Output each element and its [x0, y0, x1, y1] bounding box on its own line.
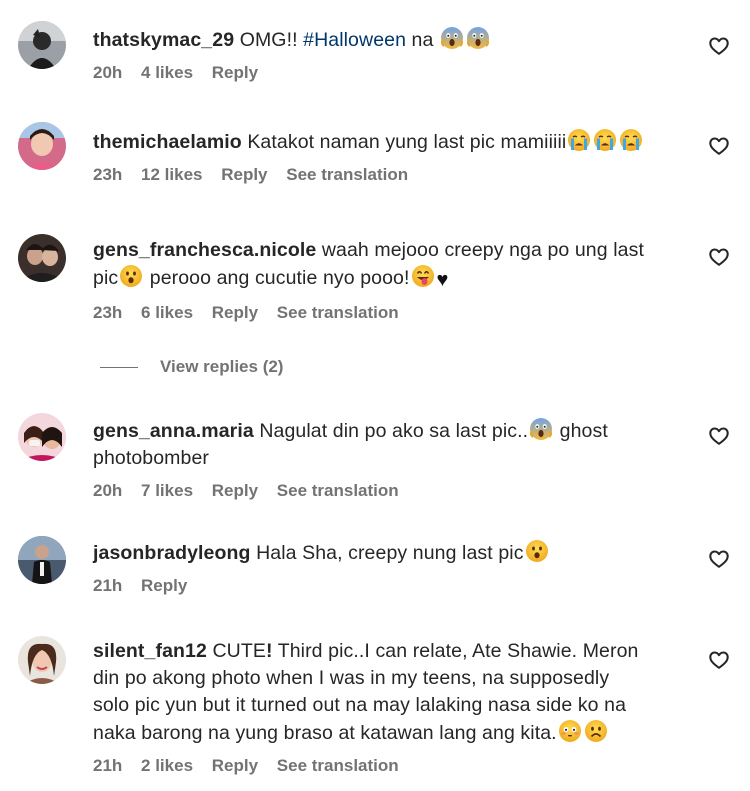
comment-body-end: na [406, 29, 434, 51]
timestamp: 20h [93, 481, 123, 500]
exclamation-mark: ! [265, 640, 273, 662]
comment-body: OMG!! [239, 29, 304, 51]
comment-body-line1: Nagulat din po ako sa last pic.. [259, 420, 529, 442]
username[interactable]: silent_fan12 [93, 640, 207, 662]
comment-text: jasonbradyleong Hala Sha, creepy nung la… [93, 539, 693, 567]
like-heart-icon[interactable] [708, 649, 730, 671]
likes-count[interactable]: 6 likes [141, 303, 193, 322]
reply-button[interactable]: Reply [221, 165, 267, 184]
likes-count[interactable]: 12 likes [141, 165, 202, 184]
comment-text: themichaelamio Katakot naman yung last p… [93, 128, 693, 156]
crying-emoji [619, 128, 643, 152]
see-translation-link[interactable]: See translation [286, 165, 408, 184]
comment-body: Katakot naman yung last pic mamiiiii [247, 131, 567, 153]
view-replies-label: View replies (2) [160, 357, 284, 376]
comment-meta: 21h Reply [93, 575, 693, 597]
avatar[interactable] [18, 636, 66, 684]
see-translation-link[interactable]: See translation [277, 756, 399, 775]
scream-emoji [440, 26, 464, 50]
reply-button[interactable]: Reply [212, 63, 258, 82]
timestamp: 21h [93, 576, 123, 595]
comment-body-line2: din po akong photo when I was in my teen… [93, 667, 610, 689]
reply-button[interactable]: Reply [212, 756, 258, 775]
comment-body-line1b: ghost [554, 420, 608, 442]
comment-body-line4: naka barong na yung braso at katawan lan… [93, 722, 557, 744]
view-replies-button[interactable]: View replies (2) [100, 355, 283, 379]
comment-body-line3: solo pic yun but it turned out na may la… [93, 694, 627, 716]
comment-text: thatskymac_29 OMG!! #Halloween na [93, 26, 693, 54]
surprised-emoji [119, 264, 143, 288]
replies-divider-line [100, 366, 138, 368]
avatar[interactable] [18, 413, 66, 461]
username[interactable]: gens_franchesca.nicole [93, 239, 316, 261]
avatar[interactable] [18, 234, 66, 282]
frowning-emoji [584, 719, 608, 743]
comment-meta: 20h 4 likes Reply [93, 62, 693, 84]
username[interactable]: jasonbradyleong [93, 542, 251, 564]
tongue-emoji [411, 264, 435, 288]
timestamp: 21h [93, 756, 123, 775]
comment-body-line1a: CUTE [212, 640, 266, 662]
comment-meta: 23h 6 likes Reply See translation [93, 302, 693, 324]
comment-body: Hala Sha, creepy nung last pic [256, 542, 524, 564]
timestamp: 23h [93, 303, 123, 322]
avatar[interactable] [18, 21, 66, 69]
see-translation-link[interactable]: See translation [277, 303, 399, 322]
hashtag-link[interactable]: #Halloween [303, 29, 406, 51]
like-heart-icon[interactable] [708, 548, 730, 570]
scream-emoji [529, 417, 553, 441]
scream-emoji [466, 26, 490, 50]
comment-body-line1: waah mejooo creepy nga po ung last [321, 239, 644, 261]
avatar[interactable] [18, 536, 66, 584]
comment-body-line1b: Third pic..I can relate, Ate Shawie. Mer… [272, 640, 639, 662]
like-heart-icon[interactable] [708, 35, 730, 57]
comment-meta: 21h 2 likes Reply See translation [93, 755, 693, 777]
timestamp: 20h [93, 63, 123, 82]
reply-button[interactable]: Reply [141, 576, 187, 595]
username[interactable]: themichaelamio [93, 131, 242, 153]
comment-body-line2: photobomber [93, 447, 210, 469]
comment-text: gens_anna.maria Nagulat din po ako sa la… [93, 417, 693, 472]
black-heart-emoji: ♥ [436, 269, 449, 291]
avatar[interactable] [18, 122, 66, 170]
comment-text: gens_franchesca.nicole waah mejooo creep… [93, 237, 693, 294]
like-heart-icon[interactable] [708, 425, 730, 447]
comment-meta: 23h 12 likes Reply See translation [93, 164, 693, 186]
likes-count[interactable]: 7 likes [141, 481, 193, 500]
like-heart-icon[interactable] [708, 135, 730, 157]
surprised-emoji [525, 539, 549, 563]
comment-body-line2b: perooo ang cucutie nyo pooo! [144, 267, 410, 289]
reply-button[interactable]: Reply [212, 481, 258, 500]
username[interactable]: gens_anna.maria [93, 420, 254, 442]
likes-count[interactable]: 4 likes [141, 63, 193, 82]
comment-body-line2a: pic [93, 267, 119, 289]
see-translation-link[interactable]: See translation [277, 481, 399, 500]
crying-emoji [593, 128, 617, 152]
reply-button[interactable]: Reply [212, 303, 258, 322]
comment-text: silent_fan12 CUTE! Third pic..I can rela… [93, 638, 693, 747]
flushed-emoji [558, 719, 582, 743]
username[interactable]: thatskymac_29 [93, 29, 234, 51]
comment-meta: 20h 7 likes Reply See translation [93, 480, 693, 502]
like-heart-icon[interactable] [708, 246, 730, 268]
likes-count[interactable]: 2 likes [141, 756, 193, 775]
timestamp: 23h [93, 165, 123, 184]
crying-emoji [567, 128, 591, 152]
